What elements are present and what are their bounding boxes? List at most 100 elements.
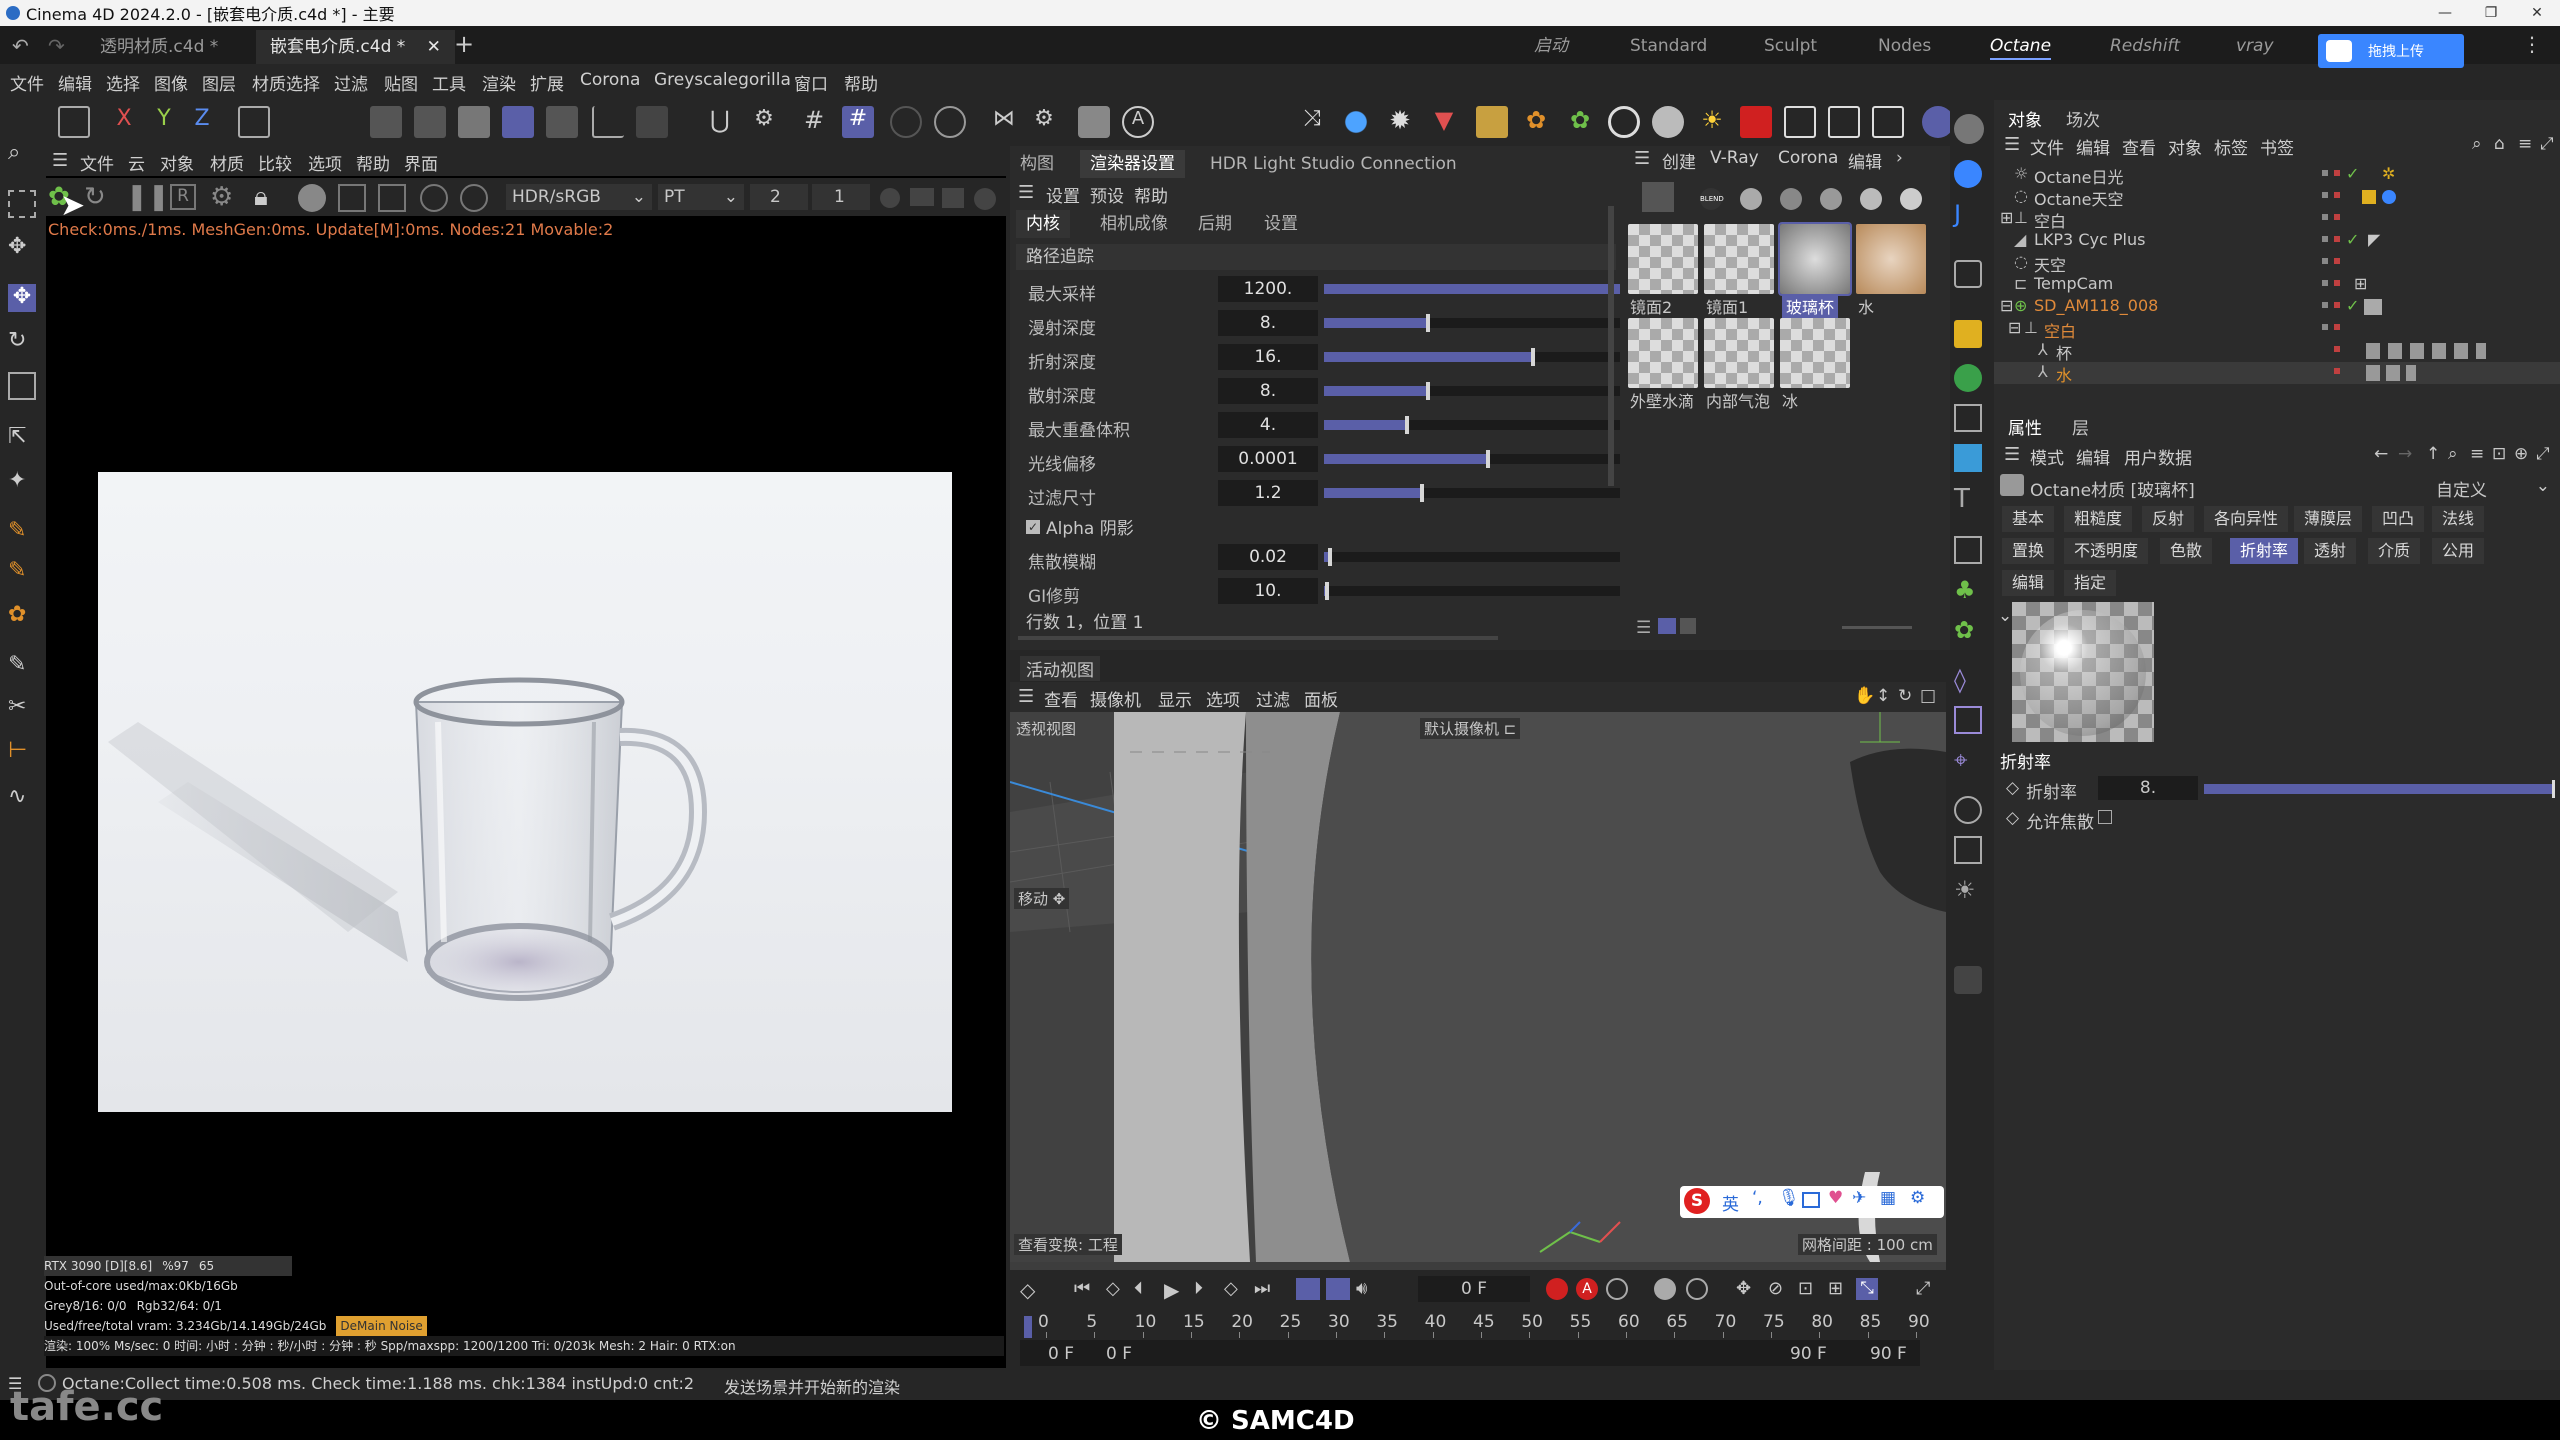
add-tab-icon[interactable]: +	[454, 30, 474, 58]
timeline-ruler[interactable]: 0 5 10 15 20 25 30 35 40 45 50 55 60 65 70 75 80 85 90	[1024, 1312, 1930, 1338]
close-window-button[interactable]: ✕	[2514, 0, 2560, 26]
vp-menu-options[interactable]: 选项	[1206, 686, 1240, 711]
slider-knob[interactable]	[1420, 484, 1425, 502]
object-row[interactable]: ◢ LKP3 Cyc Plus ✓ ◤	[1994, 230, 2560, 252]
ime-toolbar[interactable]: S 英 ‘, 🎙︎ ♥ ✈ ▦ ⚙	[1680, 1186, 1944, 1218]
ior-slider[interactable]	[2204, 780, 2555, 798]
tab-composition[interactable]: 构图	[1010, 150, 1064, 178]
expand-icon[interactable]: ⤢	[2536, 444, 2550, 464]
hamburger-icon[interactable]: ☰	[1634, 148, 1650, 169]
vp-menu-display[interactable]: 显示	[1158, 686, 1192, 711]
vp-menu-filter[interactable]: 过滤	[1256, 686, 1290, 711]
material-water[interactable]	[1856, 224, 1926, 294]
render-menu-object[interactable]: 对象	[160, 150, 194, 175]
param-value[interactable]: 8.	[1218, 310, 1318, 336]
circle-icon[interactable]	[974, 188, 996, 210]
maximize-view-icon[interactable]: □	[1920, 686, 1936, 706]
param-value[interactable]: 1200.	[1218, 276, 1318, 302]
material-mirror2[interactable]	[1628, 224, 1698, 294]
octane-material-icon[interactable]	[1652, 106, 1684, 138]
layout-sculpt[interactable]: Sculpt	[1764, 32, 1817, 60]
mat-tab-medium[interactable]: 介质	[2368, 538, 2421, 564]
param-value[interactable]: 0.0001	[1218, 446, 1318, 472]
menu-edit[interactable]: 编辑	[58, 70, 92, 95]
obj-menu-bookmarks[interactable]: 书签	[2260, 134, 2294, 159]
object-row[interactable]: ◌ 天空	[1994, 252, 2560, 275]
brush-icon[interactable]: ✎	[8, 652, 36, 680]
select-tool-icon[interactable]	[8, 190, 36, 218]
preset-select[interactable]: 自定义 ⌄	[2430, 476, 2550, 501]
generator-icon[interactable]	[1954, 364, 1982, 392]
menu-help[interactable]: 帮助	[844, 70, 878, 95]
presets-menu[interactable]: 预设	[1090, 182, 1124, 207]
search-icon[interactable]: ⌕	[2448, 444, 2458, 464]
ime-punct-icon[interactable]: ‘,	[1752, 1188, 1763, 1208]
key-interp-icon[interactable]: ⤡	[1856, 1278, 1878, 1300]
param-slider[interactable]	[1324, 416, 1622, 434]
metal-icon[interactable]	[1860, 188, 1882, 210]
layout-octane[interactable]: Octane	[1990, 32, 2052, 60]
param-value[interactable]: 4.	[1218, 412, 1318, 438]
keyframe-diamond-icon[interactable]: ◇	[2006, 808, 2019, 828]
expand-toggle-icon[interactable]: ⊟	[2008, 318, 2021, 337]
slider-knob[interactable]	[1426, 314, 1431, 332]
tab-layers[interactable]: 层	[2072, 414, 2089, 439]
camera-view-icon[interactable]	[1954, 260, 1982, 288]
mat-menu-corona[interactable]: Corona	[1778, 148, 1838, 168]
doc-tab-nested[interactable]: 嵌套电介质.c4d * ✕	[256, 30, 455, 64]
autokey-icon[interactable]: A	[1576, 1278, 1598, 1300]
axis-mode-icon[interactable]	[592, 106, 624, 138]
y-axis-icon[interactable]: Y	[148, 106, 180, 138]
render-menu-interface[interactable]: 界面	[404, 150, 438, 175]
param-slider[interactable]	[1324, 548, 1622, 566]
dolly-icon[interactable]: ↕	[1876, 686, 1890, 706]
vp-menu-camera[interactable]: 摄像机	[1090, 686, 1141, 711]
light-icon[interactable]	[1954, 536, 1982, 564]
param-slider[interactable]	[1324, 348, 1622, 366]
loop-icon[interactable]	[1296, 1278, 1320, 1300]
octane-settings-icon[interactable]: ✹	[1384, 106, 1416, 138]
paint-tool-icon[interactable]: ✿	[8, 602, 36, 630]
search-icon[interactable]: ⌕	[2472, 134, 2482, 154]
passes-field[interactable]: 2	[750, 184, 808, 210]
substance-icon[interactable]	[1954, 160, 1982, 188]
mat-tab-basic[interactable]: 基本	[2002, 506, 2055, 532]
model-mode-icon[interactable]	[502, 106, 534, 138]
mograph-icon[interactable]: ♣	[1954, 576, 1982, 604]
settings-gear-icon[interactable]: ⚙	[210, 182, 240, 212]
menu-select[interactable]: 选择	[106, 70, 140, 95]
up-arrow-icon[interactable]: ↑	[2426, 444, 2440, 464]
next-frame-icon[interactable]: ⏵	[1194, 1278, 1203, 1299]
obj-menu-tags[interactable]: 标签	[2214, 134, 2248, 159]
doc-tab-transparent[interactable]: 透明材质.c4d *	[86, 30, 232, 64]
render-menu-help[interactable]: 帮助	[356, 150, 390, 175]
camera-icon[interactable]	[942, 188, 964, 208]
vertical-scrollbar[interactable]	[1608, 206, 1614, 486]
alpha-shadow-checkbox[interactable]: ✓	[1026, 519, 1040, 534]
more-options-icon[interactable]: ⋮	[2522, 32, 2542, 56]
sun-light-icon[interactable]: ☀	[1954, 876, 1982, 904]
spline-sketch-icon[interactable]: ✎	[8, 558, 36, 586]
effector-icon[interactable]: ✿	[1954, 616, 1982, 644]
mat-tab-ior[interactable]: 折射率	[2230, 538, 2299, 564]
mat-menu-vray[interactable]: V-Ray	[1710, 148, 1759, 168]
ime-voice-icon[interactable]: 🎙︎	[1778, 1188, 1800, 1208]
obj-menu-file[interactable]: 文件	[2030, 134, 2064, 159]
param-slider[interactable]	[1324, 582, 1622, 600]
object-row[interactable]: ☼ Octane日光 ✓ ✲	[1994, 164, 2560, 187]
key-point-icon[interactable]: ⊞	[1828, 1278, 1843, 1299]
undo-icon[interactable]: ↶	[12, 34, 29, 58]
upload-button[interactable]: 拖拽上传	[2318, 34, 2464, 68]
mat-tab-reflection[interactable]: 反射	[2142, 506, 2195, 532]
settings-icon[interactable]: ⊕	[2514, 444, 2528, 464]
octane-sun-icon[interactable]: ☀	[1696, 106, 1728, 138]
menu-layer[interactable]: 图层	[202, 70, 236, 95]
material-preview[interactable]	[2012, 602, 2154, 742]
ime-keyboard-icon[interactable]	[1802, 1192, 1820, 1208]
large-view-icon[interactable]	[1680, 618, 1696, 634]
expand-toggle-icon[interactable]: ⊟	[2000, 296, 2013, 315]
octane-light-icon[interactable]: ▼	[1428, 106, 1460, 138]
mat-tab-dispersion[interactable]: 色散	[2160, 538, 2213, 564]
mat-tab-assign[interactable]: 指定	[2064, 570, 2117, 596]
lock-icon[interactable]	[934, 106, 966, 138]
